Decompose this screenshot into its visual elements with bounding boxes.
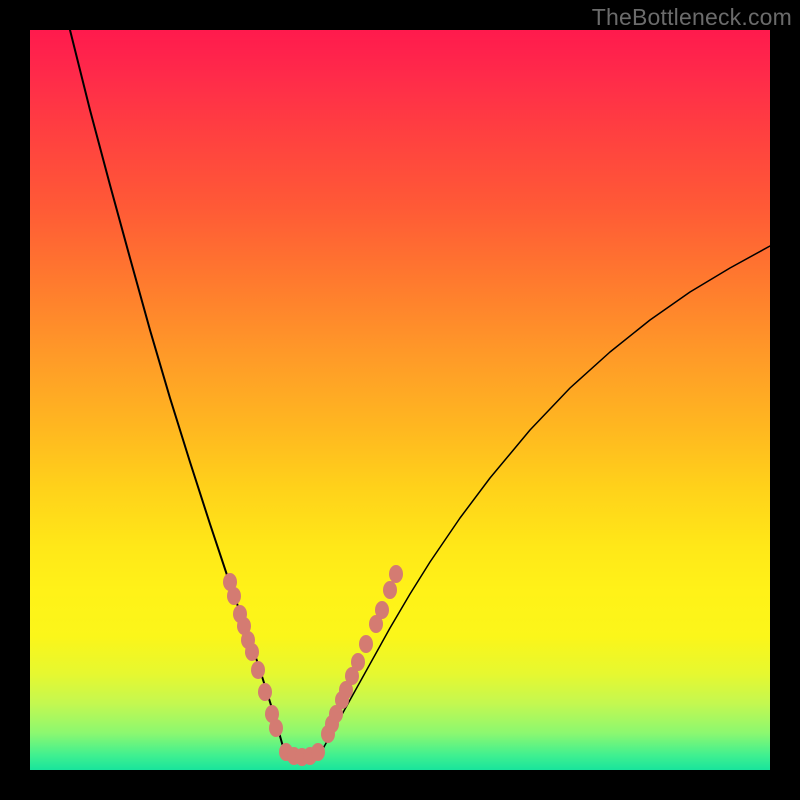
data-marker xyxy=(251,661,265,679)
data-marker xyxy=(311,743,325,761)
chart-plot-area xyxy=(30,30,770,770)
data-marker xyxy=(359,635,373,653)
data-marker xyxy=(227,587,241,605)
curve-group xyxy=(70,30,770,758)
data-marker xyxy=(375,601,389,619)
data-marker xyxy=(351,653,365,671)
watermark-text: TheBottleneck.com xyxy=(592,4,792,31)
data-marker xyxy=(269,719,283,737)
chart-svg xyxy=(30,30,770,770)
curve-right-branch xyxy=(320,246,770,754)
data-marker xyxy=(245,643,259,661)
marker-cluster-right xyxy=(321,565,403,743)
data-marker xyxy=(383,581,397,599)
data-marker xyxy=(258,683,272,701)
marker-cluster-bottom xyxy=(279,743,325,766)
data-marker xyxy=(389,565,403,583)
marker-cluster-left xyxy=(223,573,283,737)
chart-frame: TheBottleneck.com xyxy=(0,0,800,800)
